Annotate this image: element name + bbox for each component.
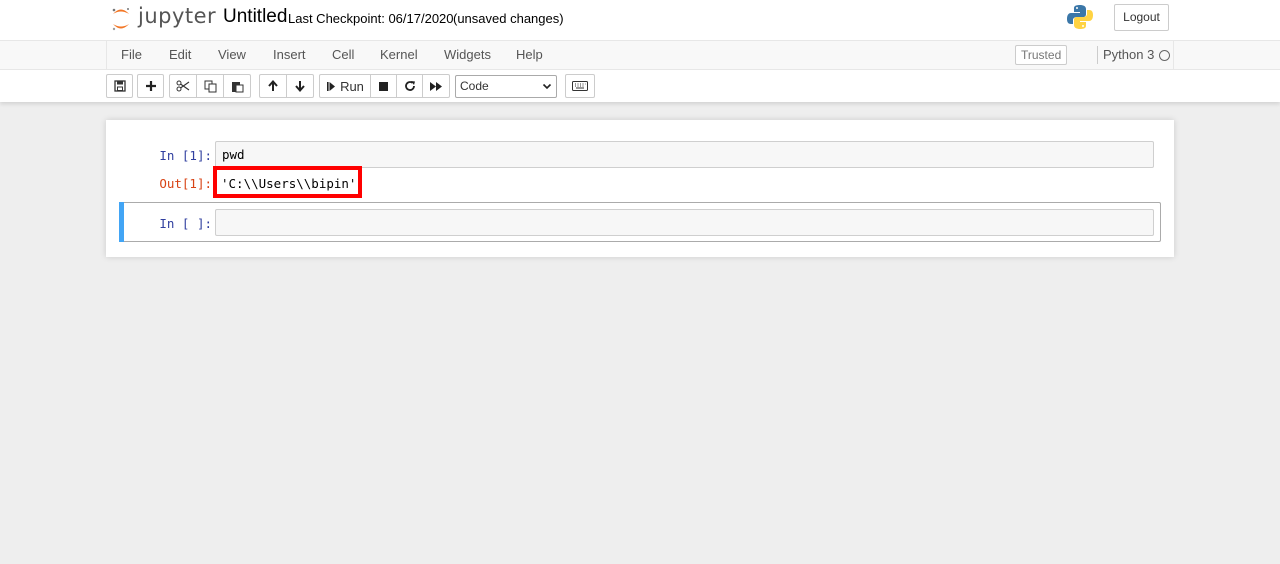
out-prompt: Out[1]: xyxy=(159,176,212,191)
plus-icon xyxy=(145,81,156,91)
kernel-name: Python 3 xyxy=(1103,47,1155,62)
cell-type-select[interactable]: Code xyxy=(455,75,557,98)
save-icon xyxy=(113,80,126,92)
command-palette-button[interactable] xyxy=(565,74,595,98)
chevron-down-icon xyxy=(542,83,552,90)
autosave-status: (unsaved changes) xyxy=(453,11,564,26)
toolbar: Run Code xyxy=(106,74,1174,98)
run-label: Run xyxy=(340,78,364,94)
header: jupyter Untitled Last Checkpoint: 06/17/… xyxy=(0,0,1280,102)
in-prompt-empty: In [ ]: xyxy=(159,216,212,231)
logout-button[interactable]: Logout xyxy=(1114,4,1169,31)
copy-button[interactable] xyxy=(196,74,224,98)
move-down-button[interactable] xyxy=(286,74,314,98)
keyboard-icon xyxy=(572,81,588,91)
arrow-up-icon xyxy=(268,80,278,91)
menubar-inner: File Edit View Insert Cell Kernel Widget… xyxy=(106,41,1174,70)
paste-button[interactable] xyxy=(223,74,251,98)
header-row: jupyter Untitled Last Checkpoint: 06/17/… xyxy=(106,0,1174,40)
menu-edit[interactable]: Edit xyxy=(169,47,191,62)
stop-icon xyxy=(379,81,388,91)
in-prompt: In [1]: xyxy=(159,148,212,163)
menu-kernel[interactable]: Kernel xyxy=(380,47,418,62)
python-logo-icon xyxy=(1067,5,1093,29)
paste-icon xyxy=(231,81,243,92)
run-all-button[interactable] xyxy=(422,74,450,98)
interrupt-button[interactable] xyxy=(370,74,397,98)
fast-forward-icon xyxy=(430,81,442,91)
menu-widgets[interactable]: Widgets xyxy=(444,47,491,62)
kernel-idle-icon xyxy=(1159,50,1170,61)
step-forward-icon xyxy=(327,81,336,91)
menu-view[interactable]: View xyxy=(218,47,246,62)
notebook-title[interactable]: Untitled xyxy=(223,6,287,28)
cut-button[interactable] xyxy=(169,74,197,98)
move-up-button[interactable] xyxy=(259,74,287,98)
cut-icon xyxy=(176,80,190,92)
kernel-separator xyxy=(1097,46,1098,64)
trusted-indicator[interactable]: Trusted xyxy=(1015,45,1068,65)
checkpoint-status: Last Checkpoint: 06/17/2020 xyxy=(288,11,454,26)
insert-cell-button[interactable] xyxy=(137,74,164,98)
menubar: File Edit View Insert Cell Kernel Widget… xyxy=(0,40,1280,70)
jupyter-logo-icon xyxy=(112,8,129,31)
jupyter-logo[interactable]: jupyter xyxy=(110,4,217,32)
notebook-container: In [1]: pwd Out[1]: 'C:\\Users\\bipin' I… xyxy=(106,120,1174,257)
highlight-box xyxy=(213,166,362,198)
menu-help[interactable]: Help xyxy=(516,47,543,62)
save-button[interactable] xyxy=(106,74,133,98)
code-input[interactable]: pwd xyxy=(215,141,1154,168)
restart-icon xyxy=(404,81,415,91)
copy-icon xyxy=(204,80,216,92)
cell-type-value: Code xyxy=(460,79,489,93)
arrow-down-icon xyxy=(295,81,305,92)
menu-cell[interactable]: Cell xyxy=(332,47,354,62)
code-input-empty[interactable] xyxy=(215,209,1154,236)
logo-text: jupyter xyxy=(138,4,217,28)
restart-button[interactable] xyxy=(396,74,423,98)
menu-file[interactable]: File xyxy=(121,47,142,62)
menu-insert[interactable]: Insert xyxy=(273,47,306,62)
run-button[interactable]: Run xyxy=(319,74,371,98)
